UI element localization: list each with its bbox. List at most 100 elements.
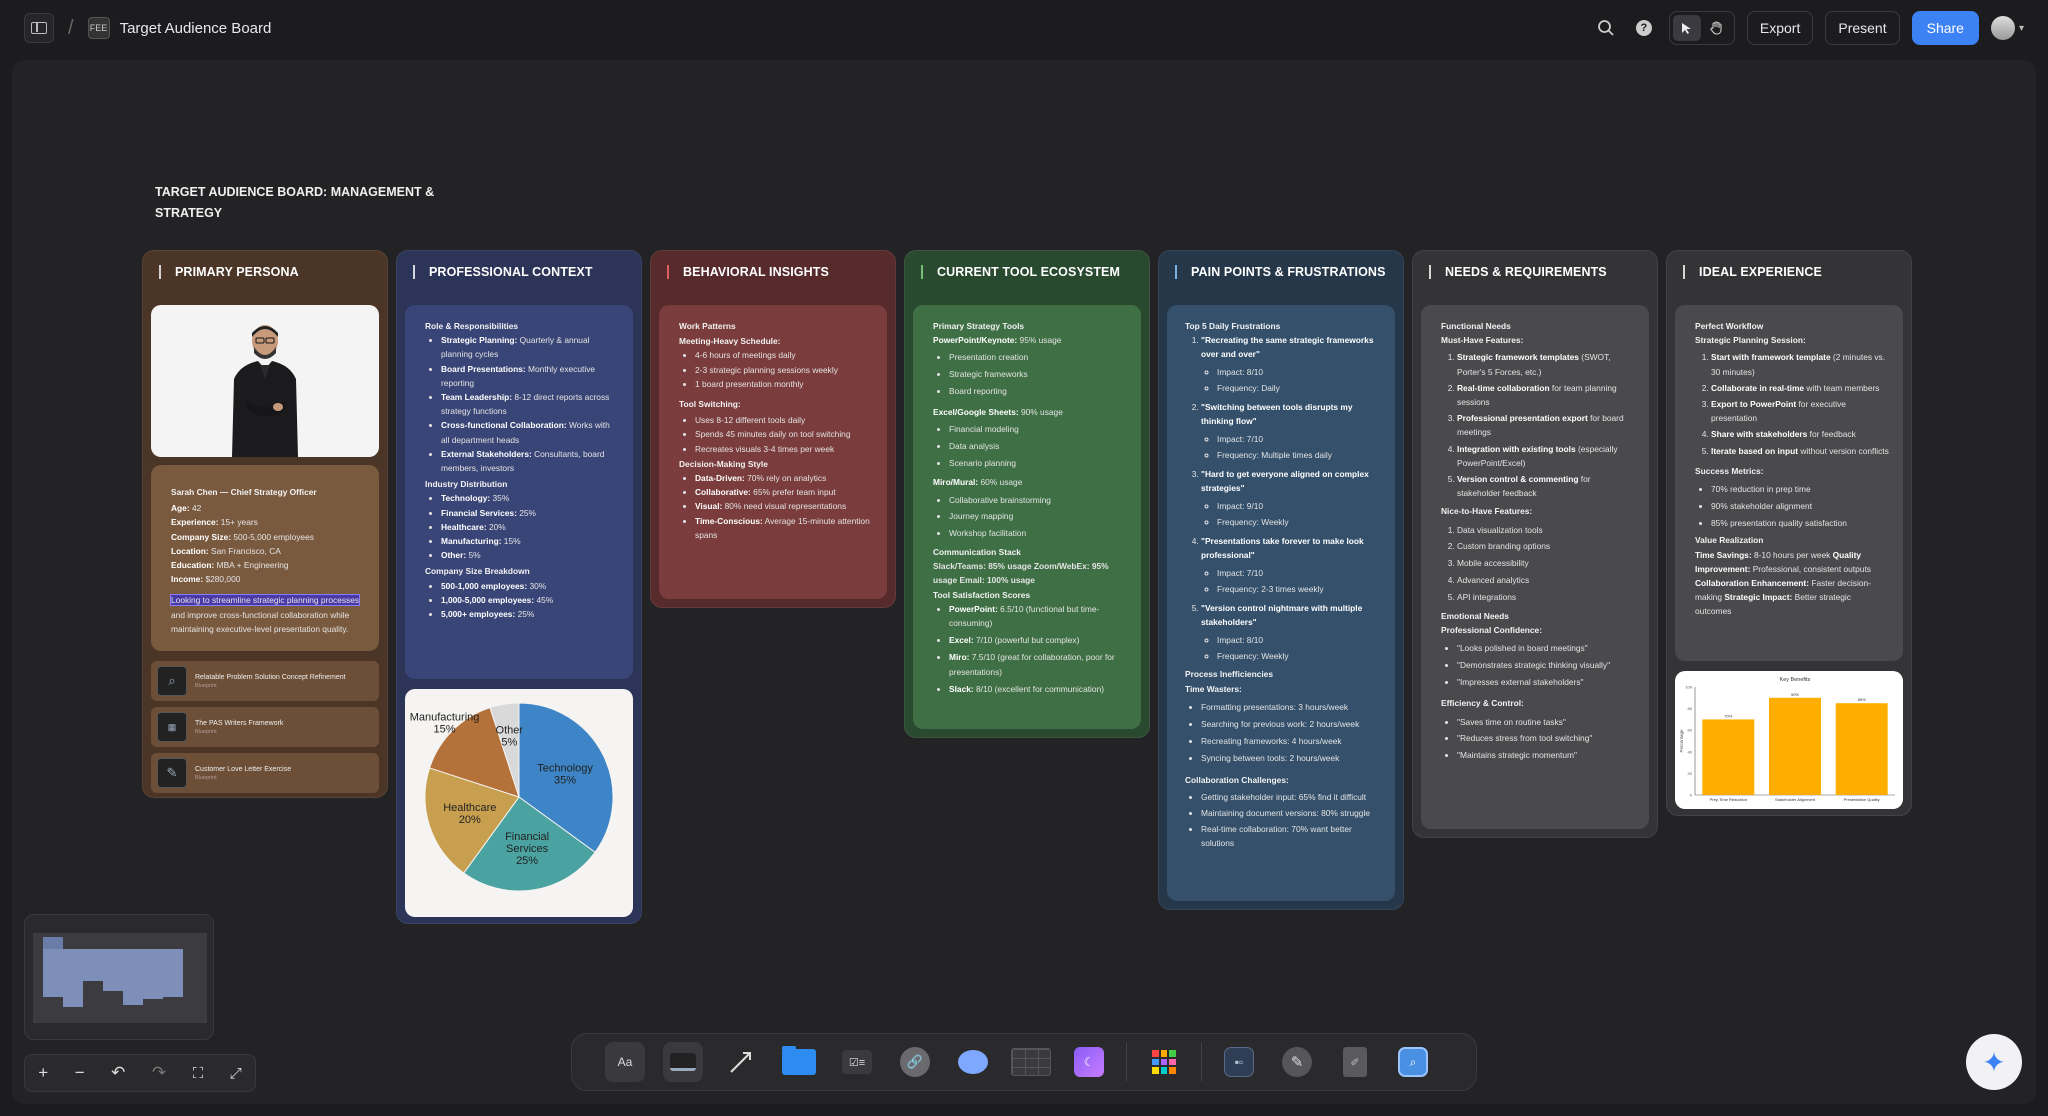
list-item: "Recreating the same strategic framework…: [1201, 333, 1381, 397]
column-pain-points[interactable]: PAIN POINTS & FRUSTRATIONS Top 5 Daily F…: [1158, 250, 1404, 910]
minimap[interactable]: [24, 914, 214, 1040]
persona-field: Education: MBA + Engineering: [171, 560, 289, 571]
industry-pie-chart[interactable]: Technology 35% Financial Services 25% Healthc…: [405, 689, 633, 917]
list-item: 1 board presentation monthly: [695, 377, 873, 391]
list-item: Real-time collaboration: 70% want better…: [1201, 822, 1381, 850]
column-title: PAIN POINTS & FRUSTRATIONS: [1159, 251, 1403, 293]
list-item: Recreating frameworks: 4 hours/week: [1201, 733, 1381, 750]
bar-chart-svg: Key Benefits 0 20 40 60 80 100 Percentage 70% Pre…: [1679, 677, 1895, 802]
list-item: Spends 45 minutes daily on tool switchin…: [695, 427, 873, 441]
list-item: Cross-functional Collaboration: Works wi…: [441, 418, 619, 446]
link-icon[interactable]: 🔗: [895, 1042, 935, 1082]
context-card[interactable]: Role & Responsibilities Strategic Planni…: [405, 305, 633, 679]
list-item: Data analysis: [949, 438, 1127, 455]
sparkle-icon: ✦: [1982, 1046, 2006, 1078]
ideal-card[interactable]: Perfect Workflow Strategic Planning Sess…: [1675, 305, 1903, 661]
undo-icon[interactable]: ↶: [111, 1063, 125, 1083]
column-needs-requirements[interactable]: NEEDS & REQUIREMENTS Functional Needs Mu…: [1412, 250, 1658, 838]
bar-value-label: 85%: [1858, 697, 1866, 702]
checklist-icon[interactable]: ☑≡: [837, 1042, 877, 1082]
grid-icon: ▦: [157, 712, 187, 742]
crop-icon[interactable]: ⛶: [193, 1065, 204, 1082]
account-menu[interactable]: ▾: [1990, 16, 2024, 40]
list-item: Formatting presentations: 3 hours/week: [1201, 699, 1381, 716]
apps-grid-icon[interactable]: [1144, 1042, 1184, 1082]
board-title[interactable]: Target Audience Board: [120, 20, 272, 37]
creation-toolbar: Aa ☑≡ 🔗 ☾ ▪▫ ✎ ✐ ⌕: [571, 1033, 1477, 1091]
list-item: Advanced analytics: [1457, 572, 1635, 589]
top-bar: / FEE Target Audience Board ? Export Pre…: [0, 0, 2048, 56]
present-button[interactable]: Present: [1825, 11, 1900, 45]
sticky-note-icon[interactable]: [663, 1042, 703, 1082]
list-item: Visual: 80% need visual representations: [695, 499, 873, 513]
redo-icon[interactable]: ↷: [152, 1063, 166, 1083]
hand-icon[interactable]: [1703, 15, 1731, 41]
list-item: 90% stakeholder alignment: [1711, 498, 1889, 515]
avatar: [1990, 16, 2015, 40]
list-item: Collaborative brainstorming: [949, 492, 1127, 509]
fullscreen-icon[interactable]: ⤢: [230, 1065, 242, 1082]
behavior-card[interactable]: Work Patterns Meeting-Heavy Schedule: 4-…: [659, 305, 887, 599]
tools-card[interactable]: Primary Strategy Tools PowerPoint/Keynot…: [913, 305, 1141, 729]
list-item: Journey mapping: [949, 508, 1127, 525]
chevron-down-icon: ▾: [2018, 22, 2024, 34]
list-item: 2-3 strategic planning sessions weekly: [695, 363, 873, 377]
list-item: Strategic frameworks: [949, 366, 1127, 383]
sidebar-icon: [31, 22, 47, 34]
key-benefits-chart[interactable]: Key Benefits 0 20 40 60 80 100 Percentage 70% Pre…: [1675, 671, 1903, 809]
image-icon[interactable]: ☾: [1069, 1042, 1109, 1082]
widget-icon[interactable]: ▪▫: [1219, 1042, 1259, 1082]
table-icon[interactable]: [1011, 1042, 1051, 1082]
arrow-tool-icon[interactable]: [721, 1042, 761, 1082]
pain-card[interactable]: Top 5 Daily Frustrations "Recreating the…: [1167, 305, 1395, 901]
search-icon[interactable]: [1593, 15, 1619, 41]
comment-icon[interactable]: [953, 1042, 993, 1082]
sidebar-toggle-button[interactable]: [24, 13, 54, 43]
value-realization: Time Savings: 8-10 hours per week Qualit…: [1695, 549, 1871, 617]
persona-field: Age: 42: [171, 503, 202, 514]
share-button[interactable]: Share: [1911, 11, 1979, 45]
text-tool-icon[interactable]: Aa: [605, 1042, 645, 1082]
communication-stack: Slack/Teams: 85% usage Zoom/WebEx: 95% u…: [933, 561, 1109, 586]
list-item: Manufacturing: 15%: [441, 534, 619, 548]
list-item: Uses 8-12 different tools daily: [695, 413, 873, 427]
column-ideal-experience[interactable]: IDEAL EXPERIENCE Perfect Workflow Strate…: [1666, 250, 1912, 816]
persona-field: Location: San Francisco, CA: [171, 545, 281, 556]
column-title: PROFESSIONAL CONTEXT: [397, 251, 641, 293]
related-blueprint[interactable]: ⌕ Relatable Problem Solution Concept Ref…: [151, 661, 379, 701]
related-blueprint[interactable]: ✎ Customer Love Letter Exercise Blueprint: [151, 753, 379, 793]
persona-quote: Looking to streamline strategic planning…: [169, 594, 361, 634]
column-professional-context[interactable]: PROFESSIONAL CONTEXT Role & Responsibili…: [396, 250, 642, 924]
draw-icon[interactable]: ✎: [1277, 1042, 1317, 1082]
column-behavioral-insights[interactable]: BEHAVIORAL INSIGHTS Work Patterns Meetin…: [650, 250, 896, 608]
list-item: Strategic Planning: Quarterly & annual p…: [441, 333, 619, 361]
list-item: Data visualization tools: [1457, 522, 1635, 539]
column-tool-ecosystem[interactable]: CURRENT TOOL ECOSYSTEM Primary Strategy …: [904, 250, 1150, 738]
ai-canvas-icon[interactable]: ⌕: [1393, 1042, 1433, 1082]
related-blueprint[interactable]: ▦ The PAS Writers Framework Blueprint: [151, 707, 379, 747]
zoom-in-icon[interactable]: +: [38, 1063, 48, 1083]
list-item: "Demonstrates strategic thinking visuall…: [1457, 657, 1635, 674]
cursor-icon[interactable]: [1672, 15, 1701, 41]
list-item: "Version control nightmare with multiple…: [1201, 601, 1381, 665]
column-title: CURRENT TOOL ECOSYSTEM: [905, 251, 1149, 293]
list-item: Financial modeling: [949, 421, 1127, 438]
list-item: Mobile accessibility: [1457, 555, 1635, 572]
list-item: Slack: 8/10 (excellent for communication…: [949, 682, 1127, 696]
zoom-out-icon[interactable]: −: [75, 1063, 85, 1083]
export-button[interactable]: Export: [1746, 11, 1814, 45]
ai-assistant-button[interactable]: ✦: [1966, 1034, 2022, 1090]
list-item: PowerPoint: 6.5/10 (functional but time-…: [949, 602, 1127, 630]
highlighted-text: Looking to streamline strategic planning…: [169, 594, 361, 607]
y-tick-label: 100: [1685, 685, 1692, 690]
document-icon[interactable]: ✐: [1335, 1042, 1375, 1082]
persona-field: Income: $280,000: [171, 574, 241, 585]
help-icon[interactable]: ?: [1631, 15, 1657, 41]
x-tick-label: Presentation Quality: [1844, 797, 1880, 802]
column-primary-persona[interactable]: PRIMARY PERSONA Sarah Chen — Chief Strat…: [142, 250, 388, 798]
list-item: "Looks polished in board meetings": [1457, 640, 1635, 657]
folder-icon[interactable]: [779, 1042, 819, 1082]
minimap-viewport[interactable]: [33, 933, 207, 1023]
persona-card[interactable]: Sarah Chen — Chief Strategy Officer Age:…: [151, 465, 379, 651]
needs-card[interactable]: Functional Needs Must-Have Features: Str…: [1421, 305, 1649, 829]
